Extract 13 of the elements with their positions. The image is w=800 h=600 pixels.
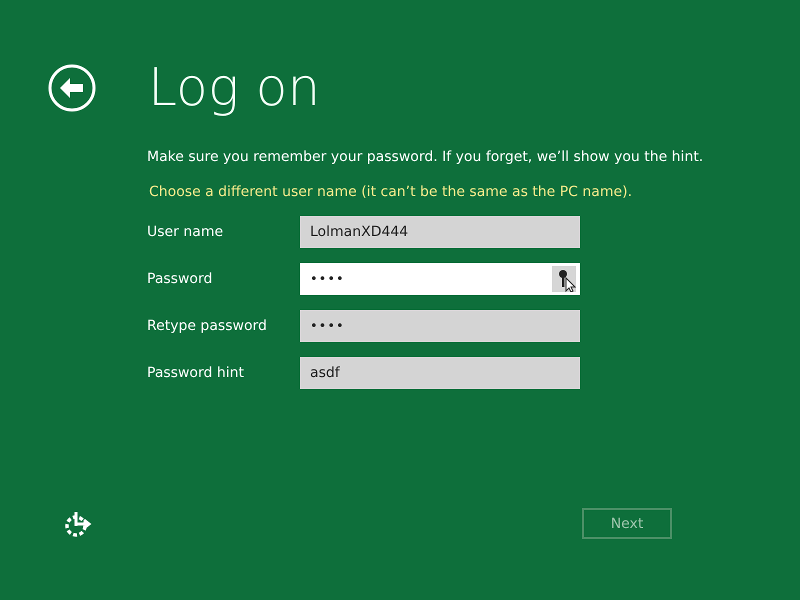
instructions-text: Make sure you remember your password. If you forget, we’ll show you the hint.: [147, 148, 704, 167]
field-label: User name: [147, 224, 224, 240]
error-message: Choose a different user name (it can’t be the same as the PC name).: [149, 183, 634, 202]
field-label: Password: [147, 271, 214, 287]
password-field[interactable]: ••••: [300, 310, 580, 342]
text-field[interactable]: LolmanXD444: [300, 216, 580, 248]
back-button[interactable]: [48, 64, 96, 112]
ease-of-access-icon[interactable]: [64, 510, 92, 538]
password-field[interactable]: ••••: [300, 263, 580, 295]
page-title: Log on: [148, 58, 320, 118]
field-label: Password hint: [147, 365, 245, 381]
field-label: Retype password: [147, 318, 268, 334]
text-field[interactable]: asdf: [300, 357, 580, 389]
